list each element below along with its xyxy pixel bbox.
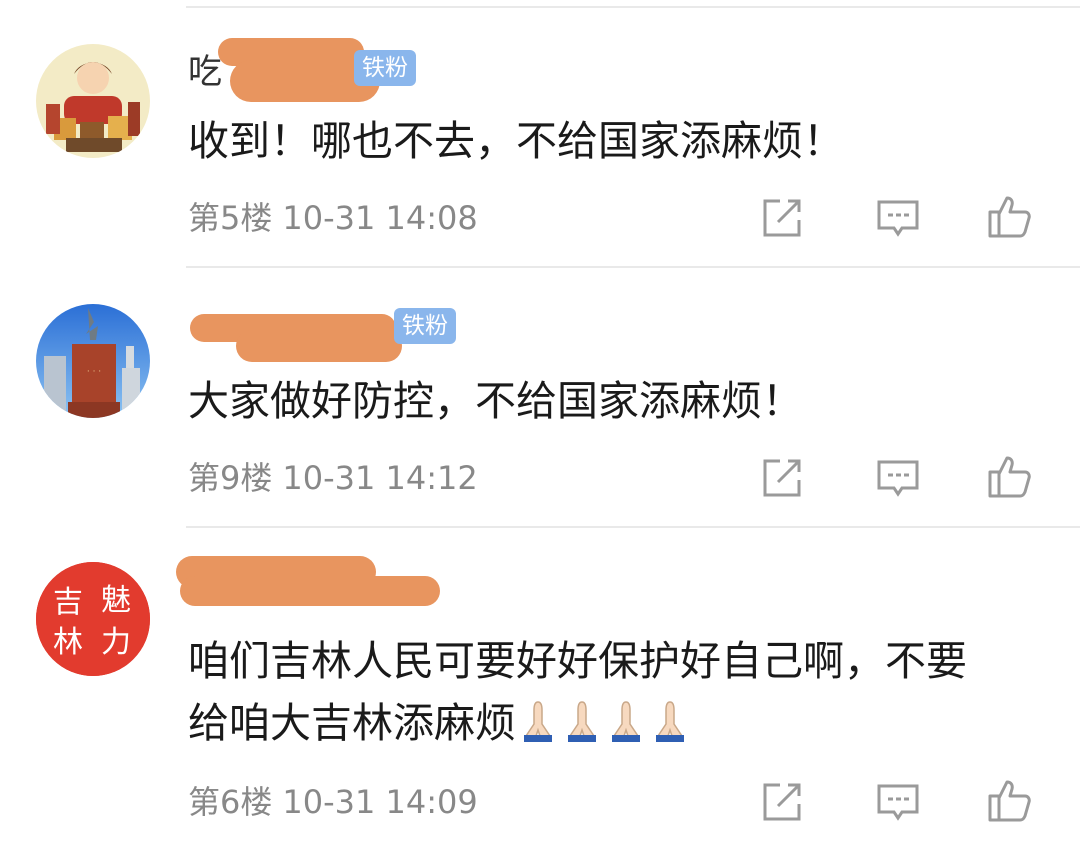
divider [186,266,1080,268]
username[interactable]: 吃 [188,52,222,92]
avatar[interactable]: 吉 魅 林 力 [36,562,150,676]
comment-icon[interactable] [874,778,922,826]
divider [186,6,1080,8]
comment-meta: 第5楼 10-31 14:08 [188,198,488,238]
share-edit-icon[interactable] [758,194,806,242]
avatar-char: 力 [101,625,131,660]
comment-icon[interactable] [874,454,922,502]
comment-text-line: 给咱大吉林添麻烦 [188,692,967,754]
avatar-char: 吉 [53,585,83,620]
svg-text:· · ·: · · · [87,367,101,377]
thumbs-up-icon[interactable] [986,192,1034,240]
timestamp: 10-31 14:09 [282,783,478,821]
folded-hands-icon [648,698,692,742]
avatar[interactable]: · · · [36,304,150,418]
comment-meta: 第9楼 10-31 14:12 [188,458,488,498]
avatar-char: 林 [53,625,83,660]
timestamp: 10-31 14:12 [282,459,478,497]
folded-hands-icon [604,698,648,742]
timestamp: 10-31 14:08 [282,199,478,237]
thumbs-up-icon[interactable] [986,452,1034,500]
fan-badge: 铁粉 [394,308,456,344]
floor-number: 第5楼 [188,199,273,237]
comment-text: 大家做好防控，不给国家添麻烦！ [188,377,803,425]
avatar[interactable] [36,44,150,158]
comment-text: 咱们吉林人民可要好好保护好自己啊，不要 给咱大吉林添麻烦 [188,630,967,754]
comment-list: 吃 铁粉 收到！哪也不去，不给国家添麻烦！ 第5楼 10-31 14:08 · … [0,0,1080,851]
floor-number: 第6楼 [188,783,273,821]
share-edit-icon[interactable] [758,778,806,826]
comment-icon[interactable] [874,194,922,242]
share-edit-icon[interactable] [758,454,806,502]
divider [186,526,1080,528]
redaction-mark [236,330,402,362]
fan-badge: 铁粉 [354,50,416,86]
redaction-mark [180,576,440,606]
folded-hands-icon [560,698,604,742]
floor-number: 第9楼 [188,459,273,497]
comment-text: 收到！哪也不去，不给国家添麻烦！ [188,117,844,165]
comment-meta: 第6楼 10-31 14:09 [188,782,488,822]
thumbs-up-icon[interactable] [986,776,1034,824]
folded-hands-icon [516,698,560,742]
comment-text-line: 咱们吉林人民可要好好保护好自己啊，不要 [188,637,967,685]
avatar-char: 魅 [101,583,131,618]
comment-text-fragment: 给咱大吉林添麻烦 [188,699,516,747]
